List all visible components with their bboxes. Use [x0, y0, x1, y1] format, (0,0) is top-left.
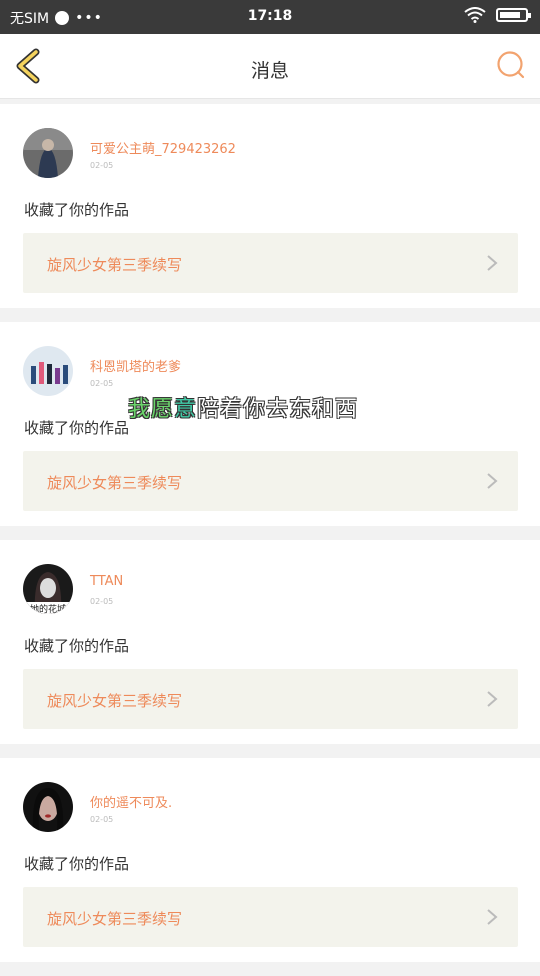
work-link[interactable]: 旋风少女第三季续写: [23, 451, 518, 511]
slogan-part: 意: [174, 397, 198, 422]
wifi-icon: [464, 7, 486, 23]
avatar[interactable]: 她的花城: [23, 564, 73, 614]
avatar-caption: 她的花城: [29, 605, 66, 614]
search-icon[interactable]: [496, 50, 526, 80]
status-bar: 无SIM ••• 17:18: [0, 0, 540, 34]
work-link[interactable]: 旋风少女第三季续写: [23, 233, 518, 293]
message-card: 可爱公主萌_729423262 02-05 收藏了你的作品 旋风少女第三季续写: [0, 104, 540, 308]
status-right: [464, 7, 531, 23]
message-date: 02-05: [90, 815, 114, 824]
message-card: 科恩凯塔的老爹 02-05 收藏了你的作品 旋风少女第三季续写: [0, 322, 540, 526]
chevron-right-icon: [487, 691, 498, 707]
message-card: 你的遥不可及. 02-05 收藏了你的作品 旋风少女第三季续写: [0, 758, 540, 962]
work-title: 旋风少女第三季续写: [47, 910, 183, 928]
page-title: 消息: [250, 60, 289, 82]
message-date: 02-05: [90, 597, 114, 606]
work-link[interactable]: 旋风少女第三季续写: [23, 669, 518, 729]
chevron-right-icon: [487, 909, 498, 925]
app-header: 消息: [0, 34, 540, 99]
avatar[interactable]: [23, 346, 73, 396]
message-date: 02-05: [90, 161, 114, 170]
message-action: 收藏了你的作品: [24, 855, 130, 873]
message-action: 收藏了你的作品: [24, 201, 130, 219]
sender-name[interactable]: TTAN: [90, 574, 123, 589]
overlay-slogan: 我愿意陪着你去东和西: [128, 391, 358, 423]
slogan-part: 陪着你去东和西: [197, 397, 359, 422]
avatar[interactable]: [23, 128, 73, 178]
message-list: 可爱公主萌_729423262 02-05 收藏了你的作品 旋风少女第三季续写 …: [0, 104, 540, 976]
message-card: 她的花城 TTAN 02-05 收藏了你的作品 旋风少女第三季续写: [0, 540, 540, 744]
sender-name[interactable]: 可爱公主萌_729423262: [90, 138, 236, 157]
status-time: 17:18: [247, 8, 293, 24]
battery-icon: [496, 8, 531, 22]
work-title: 旋风少女第三季续写: [47, 474, 183, 492]
slogan-part: 我: [128, 397, 152, 422]
slogan-part: 愿: [151, 397, 175, 422]
chevron-right-icon: [487, 473, 498, 489]
sender-name[interactable]: 科恩凯塔的老爹: [90, 356, 181, 375]
chevron-right-icon: [487, 255, 498, 271]
avatar[interactable]: [23, 782, 73, 832]
work-title: 旋风少女第三季续写: [47, 692, 183, 710]
work-title: 旋风少女第三季续写: [47, 256, 183, 274]
sender-name[interactable]: 你的遥不可及.: [90, 792, 172, 811]
message-action: 收藏了你的作品: [24, 419, 130, 437]
message-action: 收藏了你的作品: [24, 637, 130, 655]
work-link[interactable]: 旋风少女第三季续写: [23, 887, 518, 947]
message-date: 02-05: [90, 379, 114, 388]
